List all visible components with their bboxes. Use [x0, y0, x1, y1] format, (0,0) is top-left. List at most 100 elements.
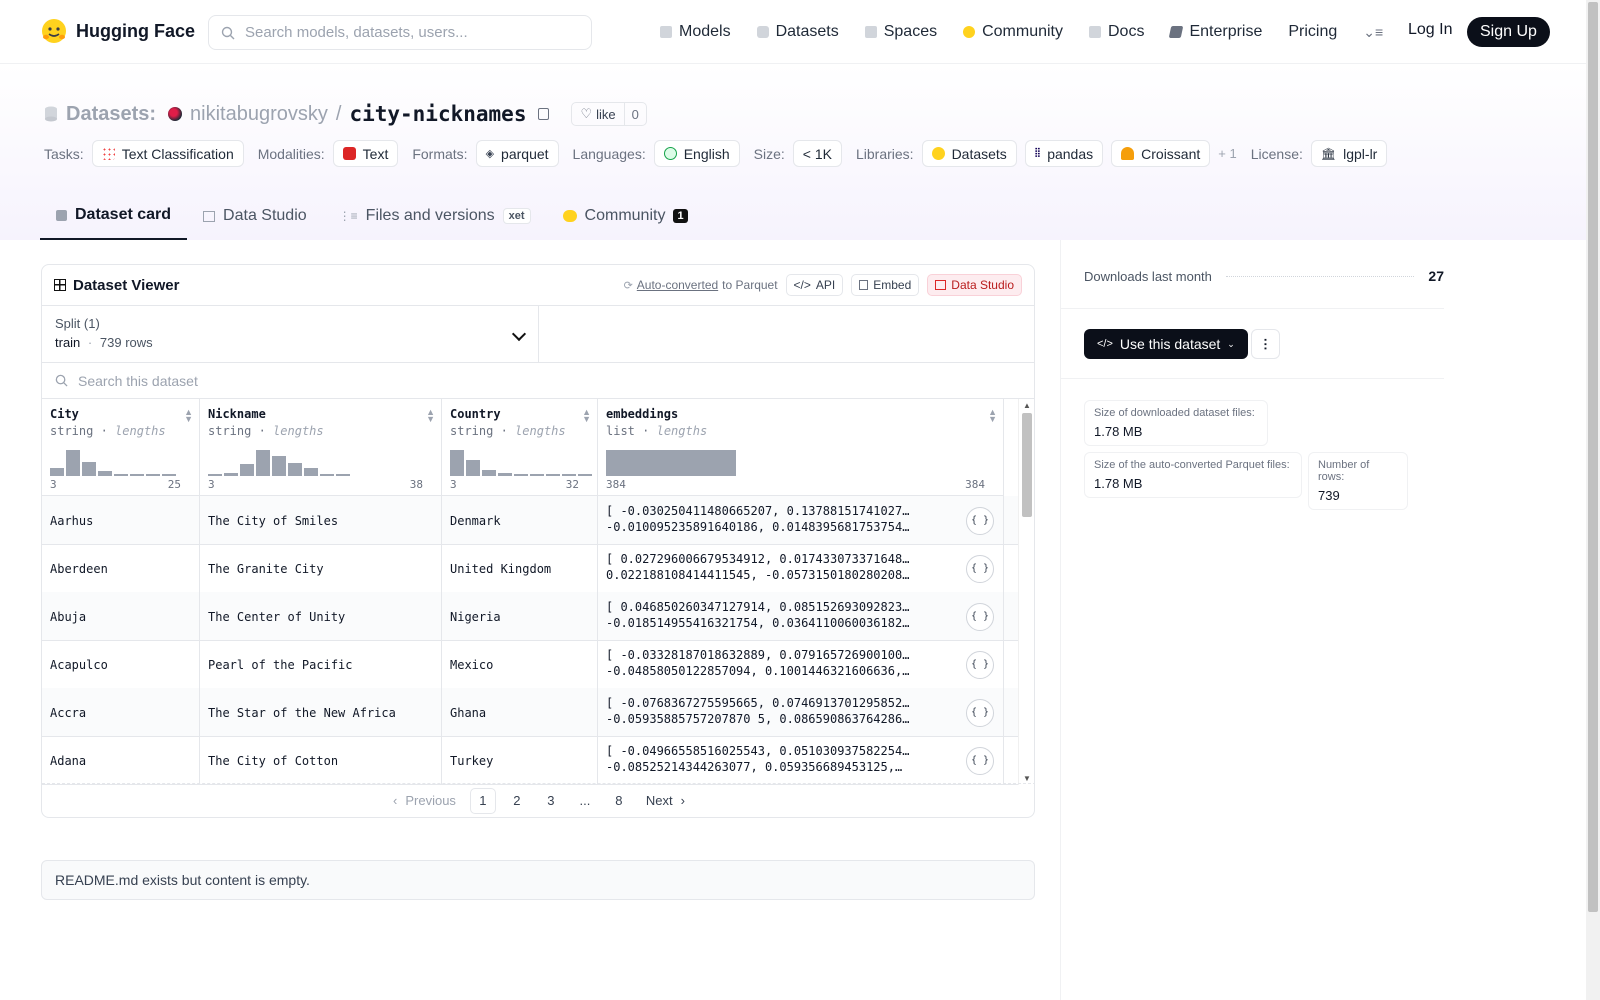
nav-docs[interactable]: Docs	[1089, 23, 1144, 41]
tag-modality[interactable]: Text	[332, 140, 399, 167]
table-row[interactable]: Acapulco Pearl of the Pacific Mexico [ -0.0…	[42, 640, 1020, 689]
column-header[interactable]: Nickname string · lengths ▲ ▼ 3 38	[200, 399, 442, 496]
table-scrollbar[interactable]: ▲ ▼	[1018, 399, 1034, 785]
page-scrollbar[interactable]	[1586, 0, 1600, 1000]
nav-datasets[interactable]: Datasets	[756, 23, 839, 41]
table-scrollbar-thumb[interactable]	[1022, 413, 1032, 517]
page-button-1[interactable]: 1	[469, 787, 496, 814]
auto-converted-link[interactable]: Auto-converted	[637, 278, 718, 292]
table-row[interactable]: Abuja The Center of Unity Nigeria [ 0.04685…	[42, 592, 1020, 641]
cell-country: Nigeria	[442, 592, 598, 641]
use-this-dataset-button[interactable]: </> Use this dataset ⌄	[1084, 329, 1248, 359]
histogram-bar[interactable]	[98, 471, 112, 476]
login-link[interactable]: Log In	[1408, 21, 1452, 39]
histogram-bar[interactable]	[272, 456, 286, 476]
histogram-bar[interactable]	[546, 474, 560, 476]
scroll-down-icon[interactable]: ▼	[1023, 774, 1031, 783]
previous-page-button[interactable]: ‹ Previous	[387, 788, 462, 814]
nav-more-menu[interactable]: ⌄≡	[1363, 24, 1383, 41]
sort-icon[interactable]: ▲ ▼	[582, 408, 591, 424]
histogram-bar[interactable]	[530, 474, 544, 476]
histogram-bar[interactable]	[114, 474, 128, 476]
tag-library-pandas-label: pandas	[1047, 145, 1094, 162]
tag-format[interactable]: ◈ parquet	[475, 140, 559, 167]
histogram-bar[interactable]	[240, 464, 254, 476]
page-scrollbar-thumb[interactable]	[1588, 2, 1598, 912]
next-page-button[interactable]: Next ›	[640, 788, 691, 814]
histogram-bar[interactable]	[498, 473, 512, 476]
scroll-up-icon[interactable]: ▲	[1023, 401, 1031, 410]
expand-json-button[interactable]: { }	[966, 603, 994, 631]
tag-library-croissant[interactable]: Croissant	[1111, 140, 1211, 167]
global-search-input[interactable]: Search models, datasets, users...	[208, 15, 592, 50]
histogram-bar[interactable]	[162, 474, 176, 476]
page-button-3[interactable]: 3	[538, 788, 564, 814]
embed-button[interactable]: Embed	[851, 274, 920, 296]
more-options-button[interactable]: ···	[1251, 329, 1280, 359]
expand-json-button[interactable]: { }	[966, 747, 994, 775]
nav-pricing[interactable]: Pricing	[1288, 23, 1337, 41]
expand-json-button[interactable]: { }	[966, 651, 994, 679]
table-row[interactable]: Aberdeen The Granite City United Kingdom [ …	[42, 544, 1020, 593]
histogram-bar[interactable]	[466, 460, 480, 476]
histogram-bar[interactable]	[482, 470, 496, 476]
table-row[interactable]: Accra The Star of the New Africa Ghana [ -0…	[42, 688, 1020, 737]
sort-icon[interactable]: ▲ ▼	[988, 408, 997, 424]
histogram-bar[interactable]	[256, 450, 270, 476]
like-button[interactable]: ♡ like 0	[571, 102, 647, 126]
nav-community[interactable]: Community	[963, 23, 1063, 41]
histogram-bar[interactable]	[606, 450, 736, 476]
histogram-bar[interactable]	[224, 473, 238, 476]
nav-spaces[interactable]: Spaces	[864, 23, 937, 41]
table-row[interactable]: Aarhus The City of Smiles Denmark [ -0.0302…	[42, 496, 1020, 545]
page-button-2[interactable]: 2	[504, 788, 530, 814]
repo-type-label[interactable]: Datasets:	[66, 103, 156, 126]
tag-size[interactable]: < 1K	[792, 140, 842, 167]
nav-enterprise[interactable]: Enterprise	[1169, 23, 1262, 41]
tab-dataset-card[interactable]: Dataset card	[40, 192, 188, 240]
histogram-bar[interactable]	[130, 474, 144, 476]
expand-json-button[interactable]: { }	[966, 699, 994, 727]
tag-task[interactable]: Text Classification	[91, 140, 244, 167]
tab-files-and-versions[interactable]: ⋮≡ Files and versions xet	[323, 192, 547, 240]
tab-community[interactable]: Community 1	[547, 192, 704, 240]
page-button-8[interactable]: 8	[606, 788, 632, 814]
dataset-search-input[interactable]: Search this dataset	[42, 363, 1034, 399]
copy-icon[interactable]	[538, 108, 550, 120]
api-button[interactable]: </> API	[785, 274, 844, 296]
histogram-bar[interactable]	[208, 474, 222, 476]
histogram-bar[interactable]	[50, 468, 64, 476]
expand-json-button[interactable]: { }	[966, 507, 994, 535]
histogram-bar[interactable]	[562, 474, 576, 476]
data-studio-button[interactable]: Data Studio	[927, 274, 1022, 296]
expand-json-button[interactable]: { }	[966, 555, 994, 583]
table-row[interactable]: Adana The City of Cotton Turkey [ -0.049665…	[42, 736, 1020, 785]
libraries-more[interactable]: + 1	[1218, 146, 1236, 161]
tag-library-pandas[interactable]: ⦙⦙ pandas	[1024, 140, 1104, 167]
sort-icon[interactable]: ▲ ▼	[184, 408, 193, 424]
tag-license[interactable]: 🏛 lgpl-lr	[1310, 140, 1388, 167]
histogram-bar[interactable]	[320, 474, 334, 476]
search-icon	[221, 26, 235, 39]
column-header[interactable]: Country string · lengths ▲ ▼ 3 32	[442, 399, 598, 496]
nav-models[interactable]: Models	[660, 23, 731, 41]
histogram-bar[interactable]	[146, 474, 160, 476]
sort-icon[interactable]: ▲ ▼	[426, 408, 435, 424]
tag-language[interactable]: English	[653, 140, 740, 167]
tag-library-datasets[interactable]: Datasets	[921, 140, 1017, 167]
split-select[interactable]: Split (1) train · 739 rows	[42, 306, 539, 362]
histogram-bar[interactable]	[450, 450, 464, 476]
histogram-bar[interactable]	[288, 463, 302, 476]
histogram-bar[interactable]	[336, 474, 350, 476]
histogram-bar[interactable]	[304, 468, 318, 476]
repo-owner-link[interactable]: nikitabugrovsky	[190, 103, 328, 126]
column-header[interactable]: embeddings list · lengths ▲ ▼ 384 384	[598, 399, 1004, 496]
histogram-bar[interactable]	[514, 474, 528, 476]
column-header[interactable]: City string · lengths ▲ ▼ 3 25	[42, 399, 200, 496]
brand-logo[interactable]: Hugging Face	[40, 17, 195, 45]
histogram-bar[interactable]	[66, 450, 80, 476]
histogram-bar[interactable]	[82, 462, 96, 476]
tab-data-studio[interactable]: Data Studio	[187, 192, 323, 240]
signup-button[interactable]: Sign Up	[1467, 17, 1550, 47]
histogram-bar[interactable]	[578, 474, 592, 476]
